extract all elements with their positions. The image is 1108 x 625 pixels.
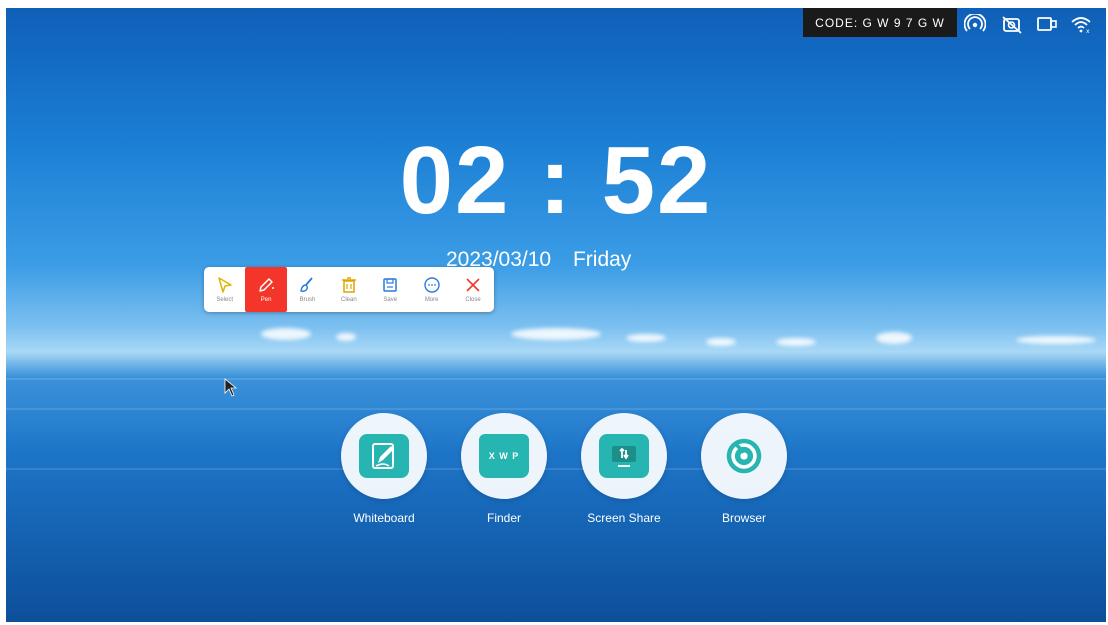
pen-tool-button[interactable]: Pen — [245, 267, 287, 312]
pen-tool-label: Pen — [260, 297, 272, 303]
app-whiteboard-label: Whiteboard — [353, 511, 415, 525]
app-browser-label: Browser — [721, 511, 766, 525]
app-finder-circle: X W P — [461, 413, 547, 499]
screen-share-icon — [599, 434, 649, 478]
desktop-background: CODE: G W 9 7 G W x 02 : 52 2023/03/10 F… — [6, 8, 1106, 622]
trash-icon — [341, 277, 356, 293]
folder-icon: X W P — [479, 434, 529, 478]
wifi-icon[interactable]: x — [1070, 14, 1092, 35]
pen-icon — [259, 278, 275, 292]
brush-tool-button[interactable]: Brush — [287, 267, 328, 312]
clock-time: 02 : 52 — [399, 127, 713, 234]
more-tool-label: More — [424, 297, 439, 303]
app-browser[interactable]: Browser — [684, 413, 804, 525]
more-tool-button[interactable]: More — [411, 267, 452, 312]
more-icon — [423, 277, 440, 293]
clean-tool-button[interactable]: Clean — [328, 267, 369, 312]
connection-code-badge: CODE: G W 9 7 G W — [803, 8, 957, 37]
app-screen-share-circle — [581, 413, 667, 499]
clean-tool-label: Clean — [341, 297, 357, 303]
app-launcher: Whiteboard X W P Finder Screen Share Bro… — [6, 413, 1106, 533]
close-icon — [466, 278, 480, 292]
app-browser-circle — [701, 413, 787, 499]
mouse-cursor-icon — [224, 378, 238, 397]
screen-mirror-icon[interactable] — [1036, 14, 1058, 34]
app-whiteboard[interactable]: Whiteboard — [324, 413, 444, 525]
close-toolbar-button[interactable]: Close — [452, 267, 493, 312]
save-tool-button[interactable]: Save — [370, 267, 411, 312]
brush-icon — [300, 277, 314, 292]
camera-off-icon[interactable] — [1001, 14, 1023, 34]
app-finder[interactable]: X W P Finder — [444, 413, 564, 525]
hotspot-icon[interactable] — [963, 12, 987, 34]
save-tool-label: Save — [383, 297, 398, 303]
clock-weekday: Friday — [572, 248, 632, 271]
cursor-select-icon — [217, 277, 232, 293]
close-tool-label: Close — [465, 297, 481, 303]
app-finder-label: Finder — [486, 511, 521, 525]
save-icon — [383, 278, 397, 292]
app-screen-share[interactable]: Screen Share — [564, 413, 684, 525]
whiteboard-icon — [359, 434, 409, 478]
connection-code-text: CODE: G W 9 7 G W — [815, 15, 945, 30]
select-tool-button[interactable]: Select — [204, 267, 245, 312]
annotation-toolbar: Select Pen Brush Clean Save More Close — [204, 267, 494, 312]
app-whiteboard-circle — [341, 413, 427, 499]
finder-badge-text: X W P — [488, 451, 520, 461]
select-tool-label: Select — [216, 297, 234, 303]
browser-icon — [719, 434, 769, 478]
brush-tool-label: Brush — [299, 297, 316, 303]
svg-text:x: x — [1086, 28, 1090, 34]
app-screen-share-label: Screen Share — [587, 511, 661, 525]
